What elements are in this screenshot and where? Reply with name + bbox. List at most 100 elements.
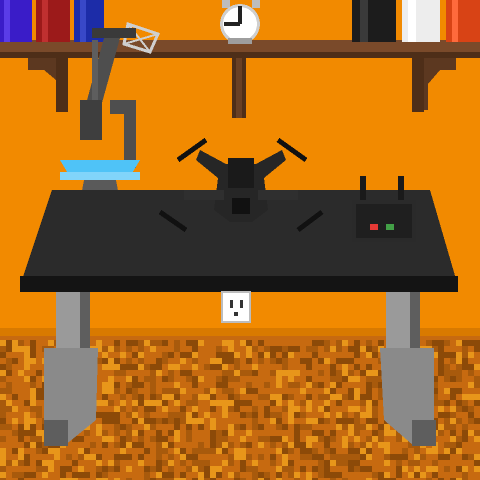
floor-pixel	[36, 370, 42, 376]
floor-pixel	[444, 400, 450, 406]
floor-pixel	[150, 382, 156, 388]
floor-pixel	[276, 424, 282, 430]
floor-pixel	[228, 346, 234, 352]
floor-pixel	[330, 370, 336, 376]
floor-pixel	[270, 358, 276, 364]
floor-pixel	[270, 370, 276, 376]
floor-pixel	[474, 454, 480, 460]
floor-pixel	[54, 448, 60, 454]
floor-pixel	[348, 454, 354, 460]
floor-pixel	[192, 376, 198, 382]
floor-pixel	[348, 358, 354, 364]
floor-pixel	[138, 394, 144, 400]
floor-pixel	[138, 358, 144, 364]
floor-pixel	[348, 460, 354, 466]
floor-pixel	[318, 436, 324, 442]
floor-pixel	[156, 358, 162, 364]
floor-pixel	[114, 382, 120, 388]
floor-pixel	[222, 388, 228, 394]
floor-pixel	[114, 424, 120, 430]
floor-pixel	[264, 412, 270, 418]
floor-pixel	[324, 388, 330, 394]
floor-pixel	[246, 388, 252, 394]
floor-pixel	[12, 340, 18, 346]
floor-pixel	[168, 430, 174, 436]
floor-pixel	[450, 370, 456, 376]
floor-pixel	[120, 424, 126, 430]
floor-pixel	[162, 418, 168, 424]
floor-pixel	[228, 340, 234, 346]
floor-pixel	[348, 388, 354, 394]
floor-pixel	[264, 382, 270, 388]
floor-pixel	[198, 376, 204, 382]
floor-pixel	[414, 448, 420, 454]
floor-pixel	[66, 466, 72, 472]
floor-pixel	[264, 436, 270, 442]
floor-pixel	[246, 382, 252, 388]
floor-pixel	[198, 466, 204, 472]
floor-pixel	[360, 346, 366, 352]
floor-pixel	[462, 358, 468, 364]
floor-pixel	[186, 370, 192, 376]
floor-pixel	[204, 466, 210, 472]
floor-pixel	[396, 460, 402, 466]
floor-pixel	[210, 406, 216, 412]
floor-pixel	[30, 376, 36, 382]
floor-pixel	[294, 346, 300, 352]
floor-pixel	[366, 448, 372, 454]
floor-pixel	[240, 400, 246, 406]
floor-pixel	[354, 352, 360, 358]
floor-pixel	[246, 412, 252, 418]
floor-pixel	[240, 460, 246, 466]
floor-pixel	[258, 394, 264, 400]
floor-pixel	[24, 418, 30, 424]
floor-pixel	[222, 448, 228, 454]
floor-pixel	[204, 448, 210, 454]
floor-pixel	[342, 454, 348, 460]
floor-pixel	[282, 442, 288, 448]
floor-pixel	[246, 454, 252, 460]
floor-pixel	[162, 442, 168, 448]
floor-pixel	[276, 448, 282, 454]
floor-pixel	[336, 394, 342, 400]
floor-pixel	[354, 346, 360, 352]
floor-pixel	[246, 442, 252, 448]
floor-pixel	[102, 466, 108, 472]
floor-pixel	[342, 370, 348, 376]
floor-pixel	[462, 424, 468, 430]
floor-pixel	[204, 388, 210, 394]
floor-pixel	[312, 340, 318, 346]
floor-pixel	[354, 340, 360, 346]
floor-pixel	[342, 412, 348, 418]
floor-pixel	[276, 472, 282, 478]
floor-pixel	[162, 394, 168, 400]
floor-pixel	[78, 466, 84, 472]
floor-pixel	[192, 454, 198, 460]
floor-pixel	[174, 394, 180, 400]
floor-pixel	[0, 394, 6, 400]
floor-pixel	[174, 346, 180, 352]
floor-pixel	[336, 454, 342, 460]
floor-pixel	[462, 346, 468, 352]
floor-pixel	[300, 448, 306, 454]
floor-pixel	[432, 448, 438, 454]
floor-pixel	[324, 436, 330, 442]
floor-pixel	[282, 370, 288, 376]
floor-pixel	[318, 358, 324, 364]
floor-pixel	[336, 472, 342, 478]
floor-pixel	[162, 406, 168, 412]
floor-pixel	[126, 388, 132, 394]
floor-pixel	[288, 466, 294, 472]
floor-pixel	[294, 370, 300, 376]
floor-pixel	[246, 340, 252, 346]
floor-pixel	[456, 406, 462, 412]
floor-pixel	[306, 346, 312, 352]
floor-pixel	[6, 340, 12, 346]
floor-pixel	[228, 376, 234, 382]
floor-pixel	[96, 466, 102, 472]
floor-pixel	[438, 358, 444, 364]
floor-pixel	[294, 436, 300, 442]
floor-pixel	[18, 454, 24, 460]
floor-pixel	[30, 388, 36, 394]
floor-pixel	[90, 454, 96, 460]
